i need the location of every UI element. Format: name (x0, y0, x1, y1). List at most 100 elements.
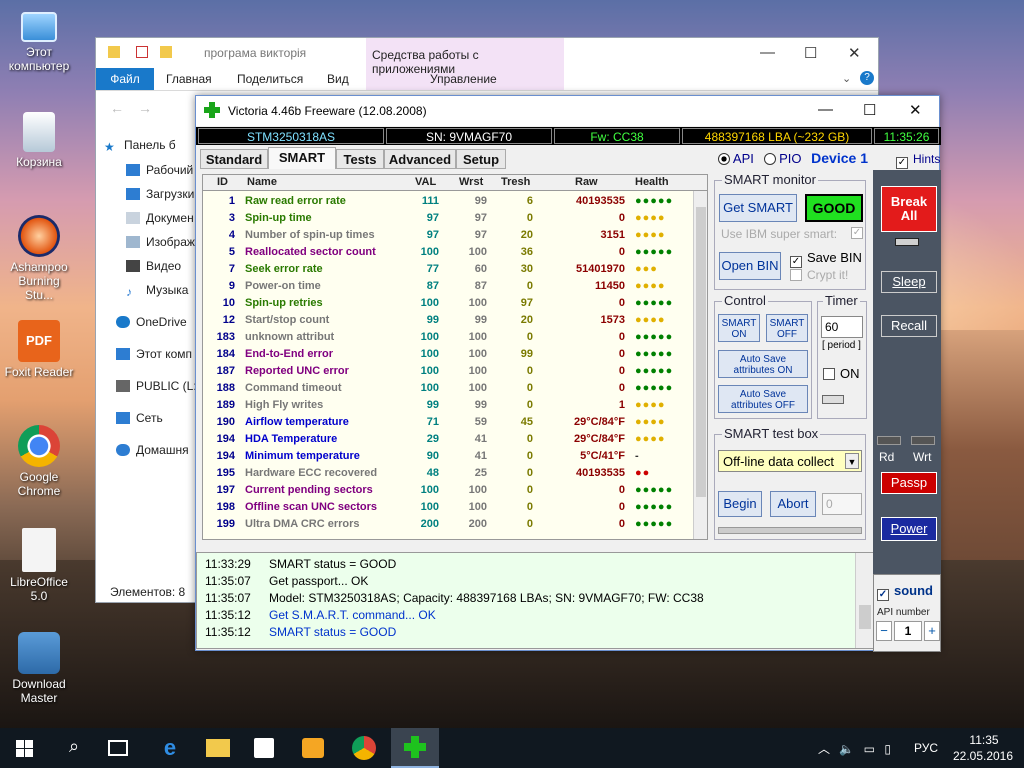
table-row[interactable]: 194 Minimum temperature 90 41 0 5°C/41°F - (203, 448, 693, 465)
victoria-window[interactable]: Victoria 4.46b Freeware (12.08.2008) — ☐… (195, 95, 941, 652)
table-row[interactable]: 198 Offline scan UNC sectors 100 100 0 0 ●●●●● (203, 499, 693, 516)
sleep-button[interactable]: Sleep (881, 271, 937, 293)
close-icon[interactable]: ✕ (909, 101, 922, 119)
volume-icon[interactable]: 🔈 (839, 742, 854, 756)
maximize-icon[interactable]: ☐ (863, 101, 876, 119)
abort-button[interactable]: Abort (770, 491, 816, 517)
log-scrollbar[interactable] (855, 553, 873, 648)
column-header[interactable]: Wrst (459, 176, 483, 188)
ribbon-tab-share[interactable]: Поделиться (237, 72, 303, 86)
language-indicator[interactable]: РУС (914, 741, 938, 755)
table-row[interactable]: 10 Spin-up retries 100 100 97 0 ●●●●● (203, 295, 693, 312)
device-label[interactable]: Device 1 (811, 150, 868, 166)
log-panel[interactable]: 11:33:29 SMART status = GOOD 11:35:07 Get p… (196, 552, 874, 649)
tab-tests[interactable]: Tests (336, 149, 384, 169)
nav-item[interactable]: Домашня (116, 443, 189, 457)
nav-item[interactable]: Этот комп (116, 347, 192, 361)
desktop-icon-download-master[interactable]: Download Master (4, 632, 74, 705)
table-row[interactable]: 183 unknown attribut 100 100 0 0 ●●●●● (203, 329, 693, 346)
desktop-icon-libreoffice[interactable]: LibreOffice 5.0 (4, 528, 74, 603)
table-row[interactable]: 9 Power-on time 87 87 0 11450 ●●●● (203, 278, 693, 295)
ribbon-tab-view[interactable]: Вид (327, 72, 349, 86)
api-radio[interactable] (718, 153, 730, 165)
timer-on-checkbox[interactable]: ON (823, 366, 860, 381)
nav-item[interactable]: OneDrive (116, 315, 187, 329)
passport-button[interactable]: Passp (881, 472, 937, 494)
nav-item[interactable]: Изображ (126, 235, 195, 249)
tab-standard[interactable]: Standard (200, 149, 268, 169)
desktop-icon-foxit[interactable]: PDF Foxit Reader (4, 320, 74, 379)
tab-setup[interactable]: Setup (456, 149, 506, 169)
smart-off-button[interactable]: SMART OFF (766, 314, 808, 342)
decrement-button[interactable]: − (876, 621, 892, 641)
column-header[interactable]: Health (635, 176, 669, 188)
nav-item[interactable]: Видео (126, 259, 181, 273)
autosave-off-button[interactable]: Auto Save attributes OFF (718, 385, 808, 413)
nav-item[interactable]: ★ Панель б (104, 138, 176, 154)
nav-item[interactable]: Докумен (126, 211, 194, 225)
victoria-taskbar-button[interactable] (391, 728, 439, 768)
table-row[interactable]: 187 Reported UNC error 100 100 0 0 ●●●●● (203, 363, 693, 380)
table-row[interactable]: 5 Reallocated sector count 100 100 36 0 ●●●●● (203, 244, 693, 261)
quick-access-toolbar[interactable] (108, 46, 172, 60)
desktop-icon-ashampoo[interactable]: Ashampoo Burning Stu... (4, 215, 74, 302)
test-type-select[interactable]: Off-line data collect ▼ (718, 450, 862, 472)
start-windows-icon[interactable] (14, 736, 38, 760)
desktop-icon-computer[interactable]: Этот компьютер (4, 10, 74, 73)
begin-button[interactable]: Begin (718, 491, 762, 517)
table-row[interactable]: 197 Current pending sectors 100 100 0 0 ●●●●● (203, 482, 693, 499)
tab-advanced[interactable]: Advanced (384, 149, 456, 169)
hints-checkbox[interactable]: ✓ Hints (896, 152, 940, 169)
chevron-up-icon[interactable]: ︿ (818, 742, 830, 756)
smart-on-button[interactable]: SMART ON (718, 314, 760, 342)
task-view-icon[interactable] (108, 740, 128, 756)
nav-item[interactable]: Загрузки (126, 187, 194, 201)
table-row[interactable]: 188 Command timeout 100 100 0 0 ●●●●● (203, 380, 693, 397)
power-button[interactable]: Power (881, 517, 937, 541)
file-explorer-icon[interactable] (206, 739, 230, 757)
table-row[interactable]: 195 Hardware ECC recovered 48 25 0 40193535 ●● (203, 465, 693, 482)
sound-checkbox[interactable]: ✓ sound (877, 583, 933, 601)
tab-smart[interactable]: SMART (268, 147, 336, 169)
smart-attributes-table[interactable]: ID Name VAL Wrst Tresh Raw Health 1 Raw r… (202, 174, 708, 540)
ribbon-tab-file[interactable]: Файл (96, 68, 154, 90)
nav-item[interactable]: ♪ Музыка (126, 283, 188, 299)
nav-item[interactable]: Сеть (116, 411, 163, 425)
minimize-icon[interactable]: — (818, 101, 833, 118)
column-header[interactable]: VAL (415, 176, 436, 188)
table-row[interactable]: 189 High Fly writes 99 99 0 1 ●●●● (203, 397, 693, 414)
break-all-button[interactable]: Break All (881, 186, 937, 232)
network-icon[interactable]: ▭ (864, 742, 875, 756)
recall-button[interactable]: Recall (881, 315, 937, 337)
table-row[interactable]: 184 End-to-End error 100 100 99 0 ●●●●● (203, 346, 693, 363)
save-bin-checkbox[interactable]: ✓ Save BIN (790, 250, 862, 268)
desktop-icon-chrome[interactable]: Google Chrome (4, 425, 74, 498)
table-row[interactable]: 1 Raw read error rate 111 99 6 40193535 ●●●●● (203, 193, 693, 210)
column-header[interactable]: ID (217, 176, 228, 188)
help-icon[interactable]: ? (860, 71, 874, 85)
minimize-icon[interactable]: — (760, 44, 775, 61)
close-icon[interactable]: ✕ (848, 44, 861, 62)
autosave-on-button[interactable]: Auto Save attributes ON (718, 350, 808, 378)
clock-date[interactable]: 22.05.2016 (950, 749, 1016, 763)
notifications-icon[interactable]: ▯ (884, 742, 891, 756)
use-ibm-checkbox[interactable]: ✓ (851, 227, 863, 239)
back-arrow-icon[interactable]: ← (110, 100, 124, 116)
column-header[interactable]: Raw (575, 176, 598, 188)
table-row[interactable]: 194 HDA Temperature 29 41 0 29°C/84°F ●●●● (203, 431, 693, 448)
table-row[interactable]: 12 Start/stop count 99 99 20 1573 ●●●● (203, 312, 693, 329)
pio-radio[interactable] (763, 153, 776, 165)
table-scrollbar[interactable] (693, 191, 707, 539)
crypt-checkbox[interactable]: Crypt it! (790, 268, 848, 282)
maximize-icon[interactable]: ☐ (804, 44, 817, 62)
forward-arrow-icon[interactable]: → (138, 100, 152, 116)
column-header[interactable]: Name (247, 176, 277, 188)
nav-item[interactable]: PUBLIC (L: (116, 379, 197, 393)
clock-time[interactable]: 11:35 (954, 733, 1014, 747)
desktop-icon-recycle-bin[interactable]: Корзина (4, 112, 74, 169)
edge-icon[interactable]: e (158, 736, 182, 760)
table-row[interactable]: 7 Seek error rate 77 60 30 51401970 ●●● (203, 261, 693, 278)
chevron-down-icon[interactable]: ⌄ (842, 72, 851, 85)
open-bin-button[interactable]: Open BIN (719, 252, 781, 280)
media-player-icon[interactable] (302, 738, 324, 758)
